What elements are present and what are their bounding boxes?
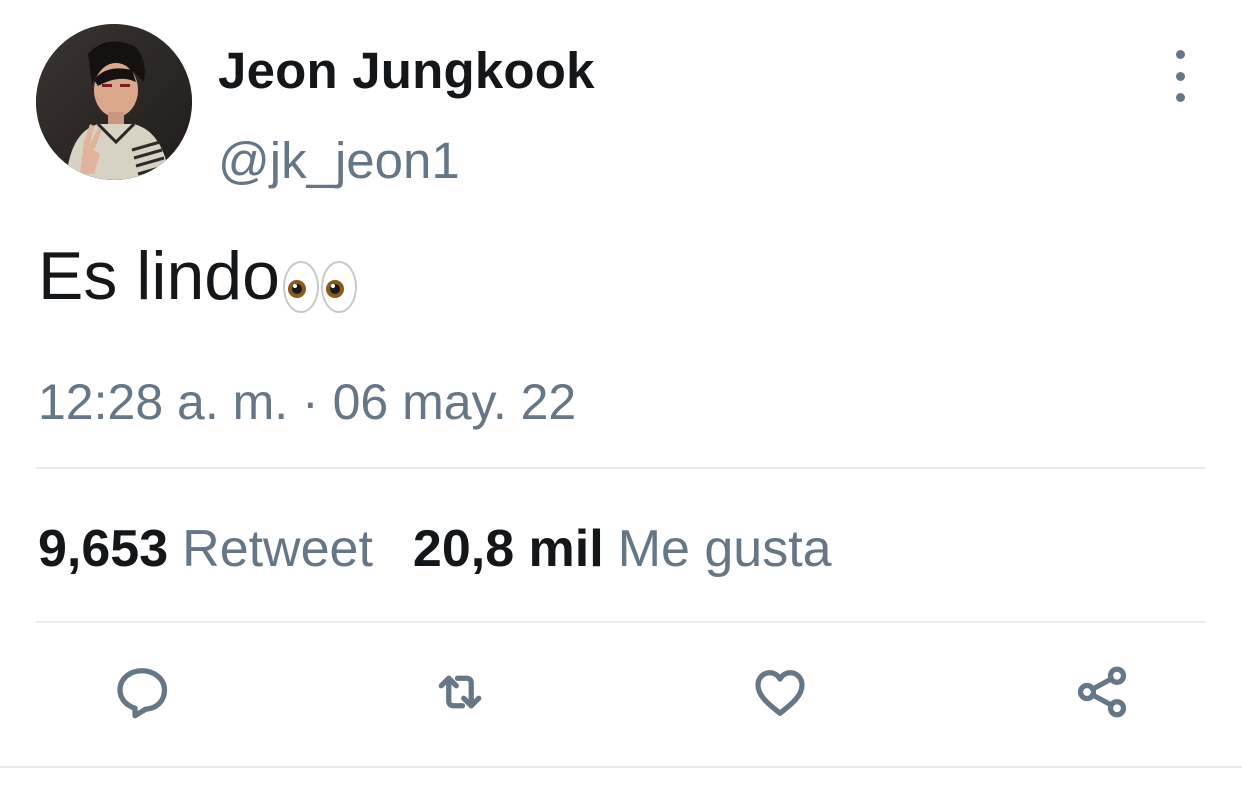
reply-icon [117,668,168,719]
like-button[interactable] [748,660,812,724]
likes-label[interactable]: Me gusta [618,520,832,578]
retweet-button[interactable] [428,660,492,724]
tweet-text: Es lindo [38,236,358,316]
divider [36,467,1206,469]
retweets-label[interactable]: Retweet [182,520,373,578]
share-icon [1077,666,1127,718]
likes-count[interactable]: 20,8 mil [413,520,604,578]
author-handle[interactable]: @jk_jeon1 [218,130,460,192]
like-icon [755,670,805,716]
eyes-emoji-icon [282,252,358,313]
divider [0,766,1242,768]
reply-button[interactable] [110,660,174,724]
tweet-timestamp[interactable]: 12:28 a. m. · 06 may. 22 [38,372,576,432]
retweet-icon [438,675,482,709]
more-options-icon[interactable] [1160,50,1200,102]
more-dot [1175,50,1185,59]
more-dot [1175,93,1185,102]
more-dot [1175,71,1185,81]
share-button[interactable] [1070,660,1134,724]
tweet-stats: 9,653 Retweet 20,8 mil Me gusta [38,518,832,580]
avatar[interactable] [36,24,192,180]
author-display-name[interactable]: Jeon Jungkook [218,40,595,102]
divider [36,621,1206,623]
retweets-count[interactable]: 9,653 [38,520,168,578]
tweet-text-content: Es lindo [38,238,280,314]
